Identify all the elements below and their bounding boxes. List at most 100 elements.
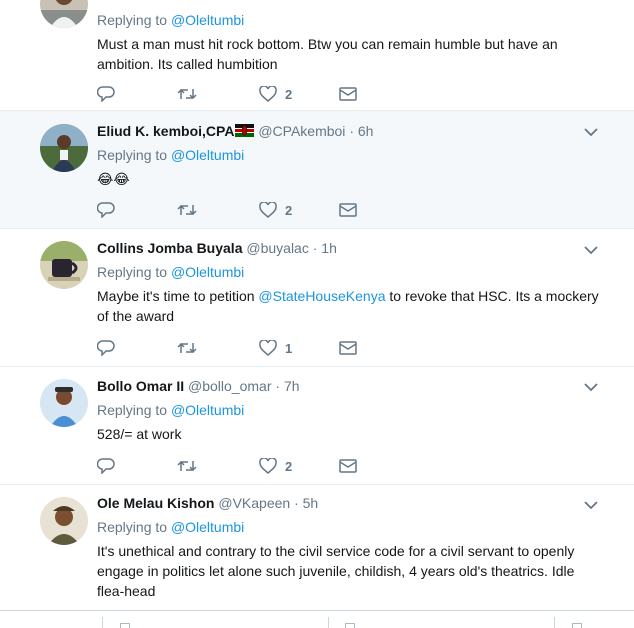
retweet-icon bbox=[177, 342, 197, 354]
mention-link[interactable]: @StateHouseKenya bbox=[258, 288, 385, 304]
heart-icon bbox=[259, 86, 277, 102]
tweet-header: Eliud K. kemboi,CPA @CPAkemboi · 6h bbox=[97, 121, 604, 141]
retweet-button[interactable] bbox=[177, 84, 197, 104]
display-name[interactable]: Collins Jomba Buyala bbox=[97, 240, 242, 256]
reply-icon bbox=[97, 202, 115, 218]
envelope-icon bbox=[339, 87, 357, 101]
replying-to: Replying to @Oleltumbi bbox=[97, 262, 604, 282]
timestamp[interactable]: 5h bbox=[303, 495, 319, 511]
replying-prefix: Replying to bbox=[97, 264, 168, 280]
kenya-flag-icon bbox=[235, 124, 255, 137]
reply-button[interactable] bbox=[97, 84, 115, 104]
envelope-icon bbox=[339, 459, 357, 473]
replying-to-link[interactable]: @Oleltumbi bbox=[171, 519, 244, 535]
like-count: 2 bbox=[285, 202, 293, 218]
retweet-button[interactable] bbox=[177, 200, 197, 220]
handle[interactable]: @bollo_omar bbox=[188, 378, 271, 394]
tweet-2[interactable]: Eliud K. kemboi,CPA @CPAkemboi · 6h Repl… bbox=[0, 111, 634, 229]
tweet-text: It's unethical and contrary to the civil… bbox=[97, 543, 575, 599]
chevron-down-icon[interactable] bbox=[584, 500, 598, 510]
dm-button[interactable] bbox=[339, 200, 357, 220]
replying-prefix: Replying to bbox=[97, 519, 168, 535]
replying-to: Replying to @Oleltumbi bbox=[97, 517, 604, 537]
reply-icon bbox=[97, 86, 115, 102]
heart-icon bbox=[259, 202, 277, 218]
tweet-header: Ole Melau Kishon @VKapeen · 5h bbox=[97, 493, 604, 513]
retweet-button[interactable] bbox=[177, 456, 197, 476]
avatar[interactable] bbox=[40, 241, 88, 289]
handle[interactable]: @VKapeen bbox=[218, 495, 290, 511]
avatar[interactable] bbox=[40, 379, 88, 427]
avatar[interactable] bbox=[40, 0, 88, 28]
chevron-down-icon[interactable] bbox=[584, 245, 598, 255]
display-name[interactable]: Ole Melau Kishon bbox=[97, 495, 214, 511]
separator-dot: · bbox=[312, 240, 318, 256]
display-name[interactable]: Eliud K. kemboi,CPA bbox=[97, 123, 234, 139]
replying-prefix: Replying to bbox=[97, 147, 168, 163]
tweet-4[interactable]: Bollo Omar II @bollo_omar · 7h Replying … bbox=[0, 367, 634, 485]
separator-dot: · bbox=[349, 123, 354, 139]
reply-icon bbox=[97, 458, 115, 474]
divider bbox=[554, 617, 555, 628]
heart-icon bbox=[259, 458, 277, 474]
avatar[interactable] bbox=[40, 497, 88, 545]
like-button[interactable]: 2 bbox=[259, 84, 292, 104]
retweet-icon[interactable] bbox=[345, 623, 355, 628]
tweet-text: Must a man must hit rock bottom. Btw you… bbox=[97, 36, 558, 72]
chevron-down-icon[interactable] bbox=[584, 127, 598, 137]
tweet-header: Collins Jomba Buyala @buyalac · 1h bbox=[97, 238, 604, 258]
separator-dot: · bbox=[275, 378, 281, 394]
tweet-text: 😂😂 bbox=[97, 171, 130, 187]
heart-icon bbox=[259, 340, 277, 356]
handle[interactable]: @buyalac bbox=[246, 240, 308, 256]
heart-icon[interactable] bbox=[572, 623, 582, 628]
timestamp[interactable]: 7h bbox=[284, 378, 300, 394]
replying-prefix: Replying to bbox=[97, 402, 168, 418]
retweet-button[interactable] bbox=[177, 338, 197, 358]
tweet-text-part: Maybe it's time to petition bbox=[97, 288, 259, 304]
envelope-icon bbox=[339, 341, 357, 355]
envelope-icon bbox=[339, 203, 357, 217]
tweet-5[interactable]: Ole Melau Kishon @VKapeen · 5h Replying … bbox=[0, 485, 634, 610]
reply-button[interactable] bbox=[97, 200, 115, 220]
reply-icon bbox=[97, 340, 115, 356]
chevron-down-icon[interactable] bbox=[584, 382, 598, 392]
retweet-icon bbox=[177, 204, 197, 216]
tweet-text: Maybe it's time to petition @StateHouseK… bbox=[97, 286, 604, 326]
replying-to-link[interactable]: @Oleltumbi bbox=[171, 12, 244, 28]
like-button[interactable]: 1 bbox=[259, 338, 292, 358]
replying-to: Replying to @Oleltumbi bbox=[97, 400, 604, 420]
retweet-icon bbox=[177, 460, 197, 472]
replying-prefix: Replying to bbox=[97, 12, 168, 28]
tweet-1[interactable]: Replying to @Oleltumbi Must a man must h… bbox=[0, 0, 634, 111]
like-button[interactable]: 2 bbox=[259, 200, 292, 220]
tweet-text: 528/= at work bbox=[97, 426, 182, 442]
dm-button[interactable] bbox=[339, 456, 357, 476]
replying-to-link[interactable]: @Oleltumbi bbox=[171, 147, 244, 163]
dm-button[interactable] bbox=[339, 338, 357, 358]
replying-to: Replying to @Oleltumbi bbox=[97, 145, 604, 165]
reply-icon[interactable] bbox=[120, 623, 130, 628]
avatar[interactable] bbox=[40, 124, 88, 172]
reply-button[interactable] bbox=[97, 338, 115, 358]
replying-to-link[interactable]: @Oleltumbi bbox=[171, 402, 244, 418]
timestamp[interactable]: 6h bbox=[358, 123, 374, 139]
like-count: 2 bbox=[285, 86, 293, 102]
divider bbox=[328, 617, 329, 628]
tweet-3[interactable]: Collins Jomba Buyala @buyalac · 1h Reply… bbox=[0, 229, 634, 367]
dm-button[interactable] bbox=[339, 84, 357, 104]
handle[interactable]: @CPAkemboi bbox=[258, 123, 345, 139]
like-count: 2 bbox=[285, 458, 293, 474]
tweet-header: Bollo Omar II @bollo_omar · 7h bbox=[97, 376, 604, 396]
timestamp[interactable]: 1h bbox=[321, 240, 337, 256]
retweet-icon bbox=[177, 88, 197, 100]
reply-button[interactable] bbox=[97, 456, 115, 476]
next-tweet-actions-partial bbox=[0, 610, 634, 628]
divider bbox=[102, 617, 103, 628]
replying-to: Replying to @Oleltumbi bbox=[97, 10, 604, 30]
like-count: 1 bbox=[285, 340, 293, 356]
separator-dot: · bbox=[294, 495, 299, 511]
like-button[interactable]: 2 bbox=[259, 456, 292, 476]
display-name[interactable]: Bollo Omar II bbox=[97, 378, 184, 394]
replying-to-link[interactable]: @Oleltumbi bbox=[171, 264, 244, 280]
